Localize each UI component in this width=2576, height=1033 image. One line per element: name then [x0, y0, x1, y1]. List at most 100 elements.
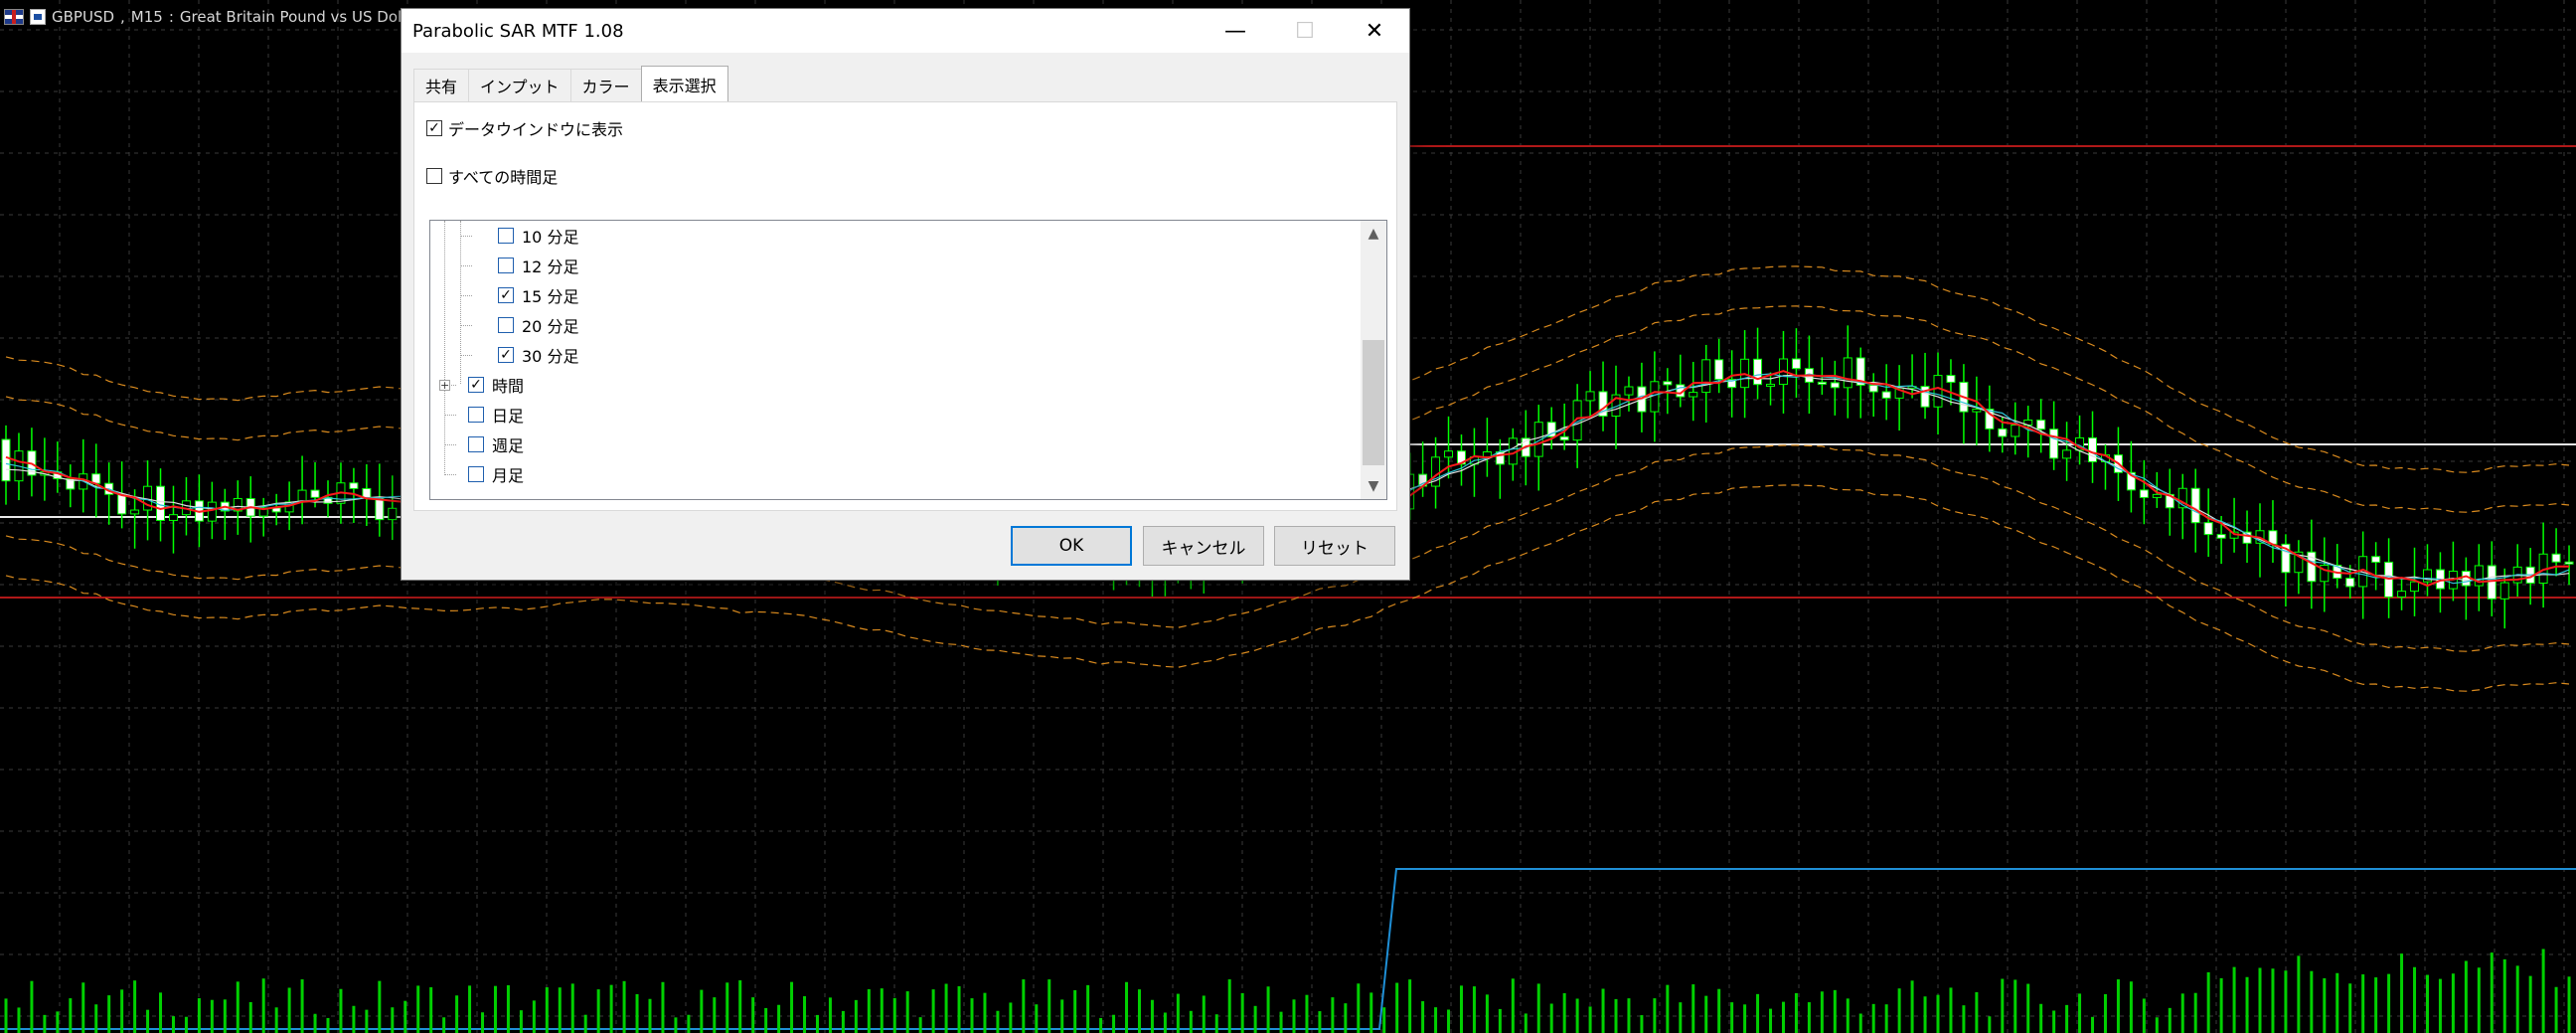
candle-body [2410, 581, 2420, 593]
tree-item-label: 30 分足 [522, 347, 579, 366]
tree-item-daily[interactable]: 日足 [468, 402, 524, 428]
candle-body [2216, 534, 2226, 539]
candle-body [2499, 582, 2509, 600]
candle-body [1933, 375, 1943, 408]
tree-item-12min[interactable]: 12 分足 [498, 253, 578, 278]
candle-body [2564, 561, 2574, 565]
candle-body [2190, 487, 2200, 524]
reset-button[interactable]: リセット [1274, 526, 1395, 566]
candle-body [310, 489, 320, 498]
candle-body [1791, 358, 1801, 370]
tree-checkbox[interactable] [468, 466, 484, 482]
candle-body [207, 501, 217, 522]
scroll-up-icon[interactable]: ▲ [1361, 221, 1386, 247]
show-in-data-window-option[interactable]: ✓ データウインドウに表示 [426, 116, 623, 140]
chart-symbol: GBPUSD [52, 8, 115, 26]
candle-body [2371, 556, 2381, 563]
expand-hour-icon[interactable]: + [439, 380, 450, 391]
candle-body [2397, 591, 2407, 598]
tree-item-weekly[interactable]: 週足 [468, 431, 524, 457]
chart-timeframe: M15 [130, 8, 163, 26]
candle-body [1701, 359, 1711, 394]
tab-strip: 共有 インプット カラー 表示選択 [413, 66, 728, 101]
tree-item-20min[interactable]: 20 分足 [498, 312, 578, 338]
candle-body [1843, 357, 1852, 389]
tree-item-label: 時間 [492, 377, 525, 396]
candle-body [2487, 565, 2496, 600]
tree-checkbox[interactable] [498, 317, 514, 333]
tree-checkbox[interactable]: ✓ [468, 377, 484, 393]
tab-visualization[interactable]: 表示選択 [640, 66, 728, 101]
tree-checkbox[interactable] [498, 228, 514, 244]
candle-body [1998, 428, 2008, 437]
tree-checkbox[interactable]: ✓ [498, 287, 514, 303]
candle-body [2152, 493, 2162, 498]
tree-checkbox[interactable]: ✓ [498, 347, 514, 363]
candle-body [1766, 384, 1776, 388]
tree-checkbox[interactable] [498, 258, 514, 273]
close-button[interactable]: ✕ [1340, 9, 1409, 53]
tree-item-label: 20 分足 [522, 317, 579, 336]
chart-description: Great Britain Pound vs US Dollar [179, 8, 421, 26]
tree-item-hour[interactable]: ✓ 時間 [468, 372, 524, 398]
tab-inputs[interactable]: インプット [468, 69, 571, 101]
tree-item-label: 12 分足 [522, 258, 579, 276]
candle-body [1585, 391, 1595, 402]
tree-checkbox[interactable] [468, 436, 484, 452]
candle-body [1689, 392, 1698, 398]
dialog-title: Parabolic SAR MTF 1.08 [412, 20, 624, 42]
candle-body [2011, 425, 2020, 437]
candle-body [2049, 429, 2059, 459]
candle-body [2345, 578, 2355, 588]
indicator-properties-dialog: Parabolic SAR MTF 1.08 — ☐ ✕ 共有 インプット カラ… [401, 8, 1410, 581]
tree-scrollbar[interactable]: ▲ ▼ [1361, 221, 1386, 499]
candle-body [130, 509, 140, 515]
candle-body [2551, 553, 2561, 563]
tab-common[interactable]: 共有 [413, 69, 470, 101]
visualization-panel: ✓ データウインドウに表示 すべての時間足 + 10 分足 12 分足 ✓ 15… [413, 101, 1397, 511]
candle-body [1868, 384, 1878, 393]
scroll-thumb[interactable] [1363, 340, 1384, 465]
candle-body [349, 482, 359, 489]
candle-body [1946, 375, 1956, 383]
candle-body [168, 514, 178, 521]
candle-body [375, 497, 385, 521]
all-timeframes-checkbox[interactable] [426, 168, 442, 184]
candle-body [1817, 381, 1827, 385]
show-in-data-window-checkbox[interactable]: ✓ [426, 120, 442, 136]
candle-body [1, 438, 11, 482]
candle-body [1663, 381, 1673, 386]
volume-bars [4, 948, 2571, 1033]
candle-body [1559, 435, 1569, 441]
candle-body [1714, 359, 1724, 381]
candle-body [1881, 391, 1891, 399]
candle-body [2062, 449, 2072, 459]
tree-item-label: 週足 [492, 436, 525, 455]
dialog-titlebar[interactable]: Parabolic SAR MTF 1.08 — ☐ ✕ [402, 9, 1409, 53]
maximize-button: ☐ [1295, 18, 1315, 44]
candle-body [2139, 489, 2149, 498]
chart-type-icon [30, 9, 46, 25]
all-timeframes-label: すべての時間足 [448, 168, 559, 187]
candle-body [388, 507, 398, 521]
tree-item-label: 15 分足 [522, 287, 579, 306]
candle-body [1624, 386, 1634, 396]
tree-item-label: 日足 [492, 407, 525, 426]
candle-body [2203, 522, 2213, 536]
tab-colors[interactable]: カラー [569, 69, 642, 101]
candle-body [1830, 382, 1840, 389]
uk-flag-icon [4, 9, 24, 25]
tree-item-monthly[interactable]: 月足 [468, 461, 524, 487]
scroll-down-icon[interactable]: ▼ [1361, 473, 1386, 499]
ok-button[interactable]: OK [1011, 526, 1132, 566]
tree-item-15min[interactable]: ✓ 15 分足 [498, 282, 578, 308]
tree-item-label: 月足 [492, 466, 525, 485]
minimize-button[interactable]: — [1201, 9, 1270, 53]
cancel-button[interactable]: キャンセル [1143, 526, 1264, 566]
all-timeframes-option[interactable]: すべての時間足 [426, 164, 558, 188]
candle-body [2088, 436, 2098, 462]
timeframe-tree[interactable]: + 10 分足 12 分足 ✓ 15 分足 20 分足 ✓ 30 分足 ✓ 時間… [429, 220, 1387, 500]
tree-item-30min[interactable]: ✓ 30 分足 [498, 342, 578, 368]
tree-item-10min[interactable]: 10 分足 [498, 223, 578, 249]
tree-checkbox[interactable] [468, 407, 484, 423]
